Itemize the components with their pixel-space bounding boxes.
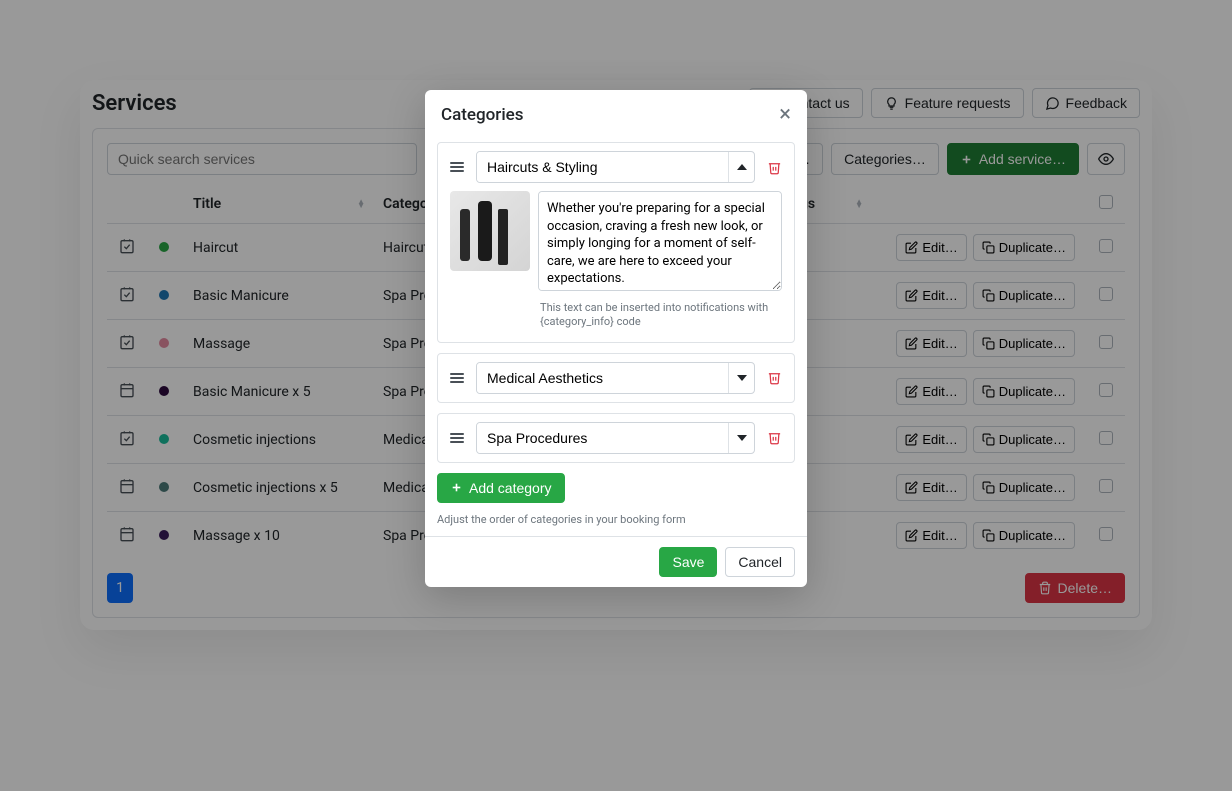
- delete-category-button[interactable]: [763, 366, 786, 389]
- caret-down-icon: [737, 433, 747, 443]
- categories-modal: Categories ×: [425, 90, 807, 587]
- collapse-toggle[interactable]: [728, 152, 754, 182]
- expand-toggle[interactable]: [728, 423, 754, 453]
- drag-handle-icon[interactable]: [446, 429, 468, 447]
- category-item: [437, 353, 795, 403]
- modal-overlay: Categories ×: [0, 0, 1232, 791]
- category-image[interactable]: [450, 191, 530, 271]
- category-name-input[interactable]: [477, 363, 728, 393]
- modal-title: Categories: [441, 105, 524, 125]
- delete-category-button[interactable]: [763, 426, 786, 449]
- plus-icon: [450, 481, 463, 494]
- expand-toggle[interactable]: [728, 363, 754, 393]
- help-text: This text can be inserted into notificat…: [450, 301, 782, 330]
- drag-handle-icon[interactable]: [446, 158, 468, 176]
- delete-category-button[interactable]: [763, 156, 786, 179]
- caret-down-icon: [737, 373, 747, 383]
- category-name-input[interactable]: [477, 423, 728, 453]
- trash-icon: [767, 370, 782, 385]
- category-item: [437, 413, 795, 463]
- add-category-button[interactable]: Add category: [437, 473, 565, 503]
- trash-icon: [767, 430, 782, 445]
- trash-icon: [767, 160, 782, 175]
- caret-up-icon: [737, 162, 747, 172]
- save-button[interactable]: Save: [659, 547, 717, 577]
- category-name-input[interactable]: [477, 152, 728, 182]
- category-item: This text can be inserted into notificat…: [437, 142, 795, 343]
- category-description-textarea[interactable]: [538, 191, 782, 291]
- reorder-tip: Adjust the order of categories in your b…: [437, 513, 795, 526]
- cancel-button[interactable]: Cancel: [725, 547, 795, 577]
- drag-handle-icon[interactable]: [446, 369, 468, 387]
- close-icon[interactable]: ×: [779, 104, 791, 126]
